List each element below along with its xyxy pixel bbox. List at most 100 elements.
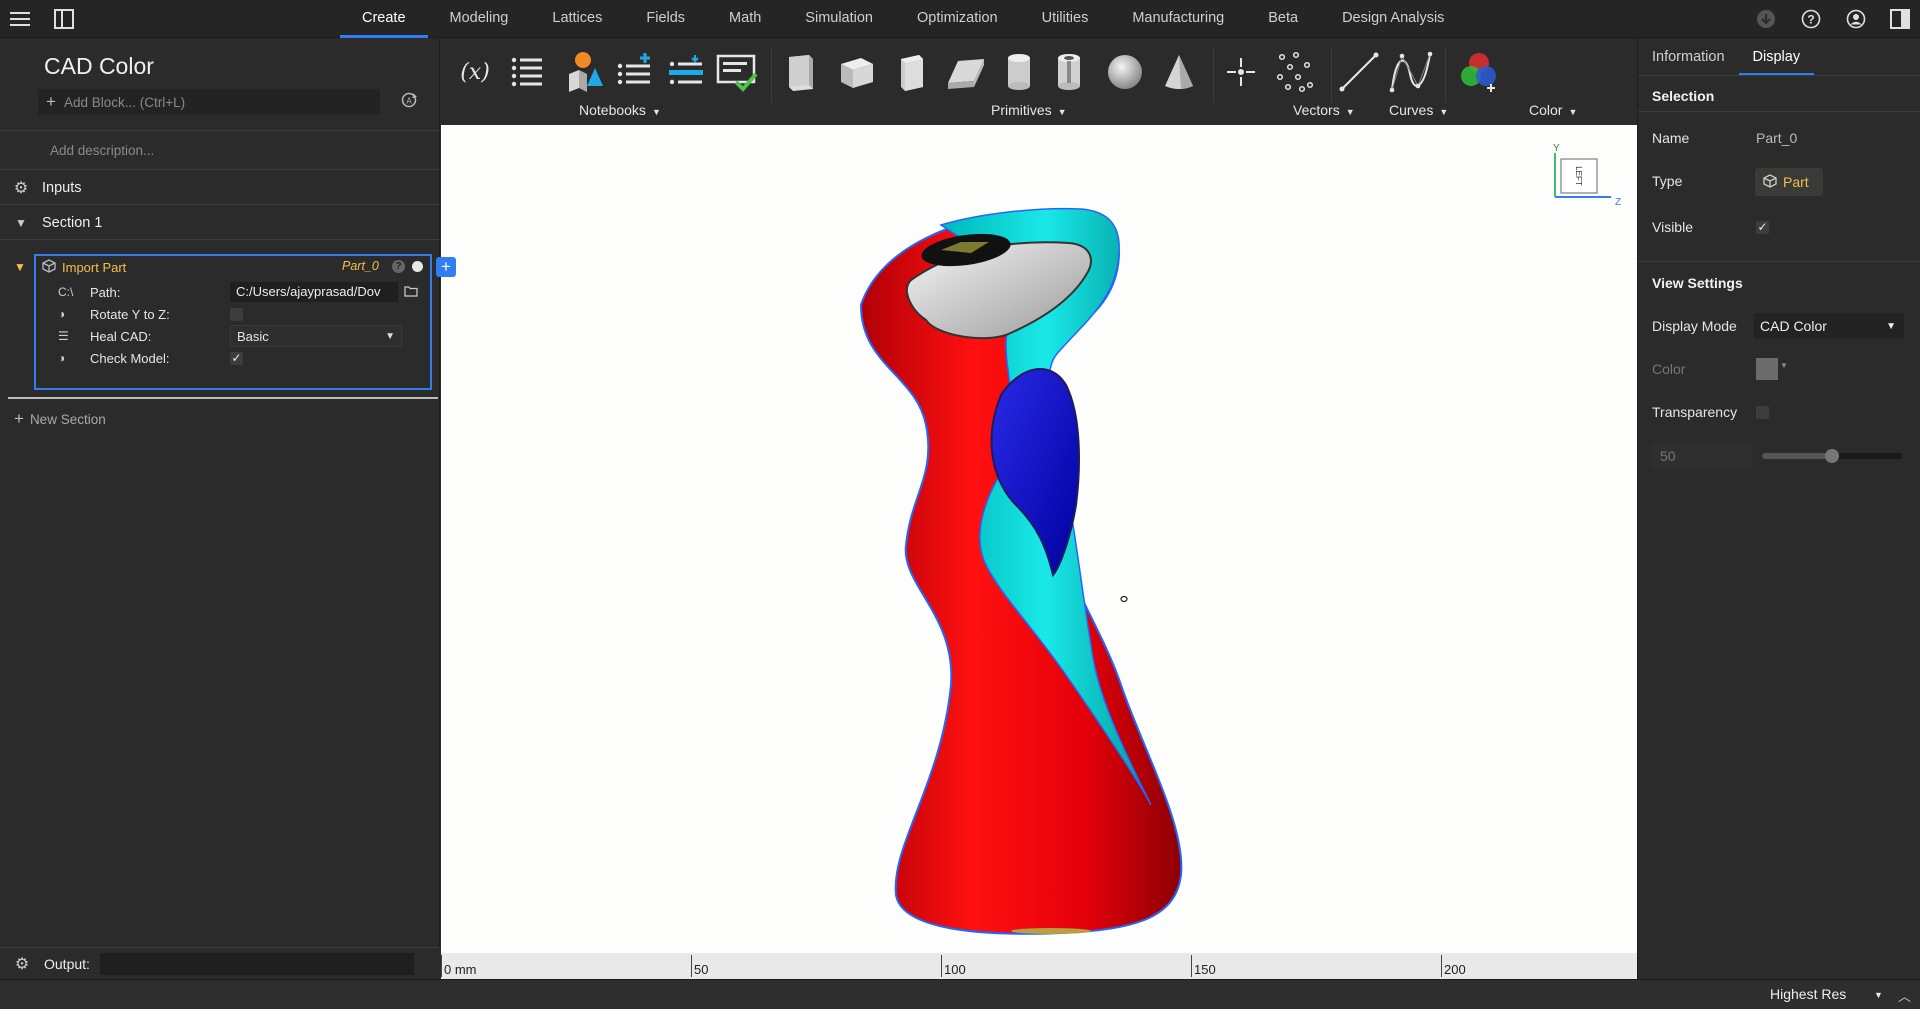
slider-knob[interactable]: [1825, 449, 1839, 463]
tab-create[interactable]: Create: [340, 0, 428, 38]
tab-beta[interactable]: Beta: [1246, 0, 1320, 38]
notebooks-group-label[interactable]: Notebooks ▼: [579, 102, 661, 118]
point-icon[interactable]: [1217, 49, 1265, 95]
curves-group-label[interactable]: Curves ▼: [1389, 102, 1448, 118]
new-section-button[interactable]: + New Section: [14, 409, 106, 429]
cube-icon: [36, 258, 62, 276]
folder-icon[interactable]: [404, 284, 418, 300]
svg-text:LEFT: LEFT: [1574, 166, 1583, 186]
tab-information[interactable]: Information: [1638, 39, 1739, 75]
shapes-icon[interactable]: [559, 49, 607, 95]
tab-lattices[interactable]: Lattices: [530, 0, 624, 38]
section-title: Section 1: [42, 214, 103, 231]
list-icon[interactable]: [503, 49, 551, 95]
color-group-label[interactable]: Color ▼: [1529, 102, 1577, 118]
add-block-input[interactable]: + Add Block... (Ctrl+L): [38, 89, 380, 115]
insert-list-icon[interactable]: [663, 49, 711, 95]
transparency-input[interactable]: 50: [1652, 443, 1752, 469]
transparency-checkbox[interactable]: [1756, 406, 1769, 419]
account-icon[interactable]: [1842, 5, 1870, 33]
wedge-icon[interactable]: [941, 49, 989, 95]
visible-checkbox[interactable]: ✓: [1756, 221, 1769, 234]
description-field[interactable]: Add description...: [0, 130, 440, 170]
cylinder-icon[interactable]: [995, 49, 1043, 95]
tab-manufacturing[interactable]: Manufacturing: [1110, 0, 1246, 38]
tab-simulation[interactable]: Simulation: [783, 0, 895, 38]
vectors-group-label[interactable]: Vectors ▼: [1293, 102, 1355, 118]
right-panel-icon[interactable]: [1886, 5, 1914, 33]
sphere-icon[interactable]: [1101, 49, 1149, 95]
cube-icon[interactable]: [833, 49, 881, 95]
rotate-checkbox[interactable]: [230, 307, 243, 321]
tab-design-analysis[interactable]: Design Analysis: [1320, 0, 1466, 38]
check-label: Check Model:: [90, 350, 170, 366]
chevron-up-icon[interactable]: ︿: [1898, 986, 1911, 1005]
add-list-icon[interactable]: [611, 49, 659, 95]
add-block-button[interactable]: +: [436, 257, 456, 277]
block-expand-icon[interactable]: ▼: [14, 260, 26, 274]
add-block-placeholder: Add Block... (Ctrl+L): [63, 94, 186, 110]
tab-optimization[interactable]: Optimization: [895, 0, 1020, 38]
model-render[interactable]: [441, 125, 1637, 953]
chevron-down-icon[interactable]: ▼: [1874, 990, 1883, 1000]
properties-panel: Information Display Selection Name Part_…: [1637, 39, 1920, 979]
block-output-name[interactable]: Part_0: [342, 259, 379, 273]
ruler-tick: 100: [941, 955, 966, 977]
import-part-block[interactable]: Import Part Part_0 ? C:\ Path: C:/Users/…: [34, 254, 432, 390]
box-icon[interactable]: [777, 49, 825, 95]
transparency-slider[interactable]: [1762, 449, 1902, 463]
refresh-icon[interactable]: A: [398, 91, 420, 113]
type-value: Part: [1783, 174, 1809, 190]
prism-icon[interactable]: [887, 49, 935, 95]
primitives-group-label[interactable]: Primitives ▼: [991, 102, 1067, 118]
display-mode-select[interactable]: CAD Color ▼: [1754, 313, 1904, 339]
checklist-icon[interactable]: [713, 49, 761, 95]
spline-icon[interactable]: [1387, 49, 1435, 95]
tab-fields[interactable]: Fields: [624, 0, 707, 38]
cube-icon: [1763, 173, 1777, 191]
visible-label: Visible: [1652, 219, 1693, 235]
panel-toggle-icon[interactable]: [50, 5, 78, 33]
color-icon[interactable]: [1455, 49, 1503, 95]
inputs-row[interactable]: ⚙ Inputs: [0, 171, 440, 205]
3d-viewport[interactable]: Y Z LEFT: [441, 125, 1637, 953]
ruler-tick: 50: [691, 955, 708, 977]
collapse-triangle-icon[interactable]: ▼: [0, 216, 42, 230]
divider: [1638, 261, 1920, 262]
download-icon[interactable]: [1752, 5, 1780, 33]
path-input[interactable]: C:/Users/ajayprasad/Dov: [230, 282, 398, 302]
variable-icon[interactable]: (x): [451, 49, 499, 95]
point-cloud-icon[interactable]: [1271, 49, 1319, 95]
type-badge: Part: [1755, 168, 1823, 196]
check-row: ◑ Check Model: ✓: [36, 345, 430, 371]
heal-select[interactable]: Basic ▼: [230, 325, 402, 347]
main-tabs: Create Modeling Lattices Fields Math Sim…: [340, 0, 1466, 38]
check-model-checkbox[interactable]: ✓: [230, 351, 243, 365]
path-icon: C:\: [58, 285, 74, 299]
view-cube[interactable]: Y Z LEFT: [1551, 143, 1631, 213]
section-header[interactable]: ▼ Section 1: [0, 206, 440, 240]
tube-icon[interactable]: [1045, 49, 1093, 95]
cone-icon[interactable]: [1155, 49, 1203, 95]
tab-utilities[interactable]: Utilities: [1020, 0, 1111, 38]
type-label: Type: [1652, 173, 1683, 189]
resolution-select[interactable]: Highest Res: [1770, 980, 1846, 1009]
menu-icon[interactable]: [6, 5, 34, 33]
block-header[interactable]: Import Part Part_0 ?: [36, 256, 430, 278]
color-swatch[interactable]: [1756, 358, 1778, 380]
output-field[interactable]: [100, 952, 414, 975]
help-icon[interactable]: ?: [1797, 5, 1825, 33]
tab-math[interactable]: Math: [707, 0, 783, 38]
tab-modeling[interactable]: Modeling: [428, 0, 531, 38]
group-divider: [771, 47, 772, 103]
help-icon[interactable]: ?: [392, 260, 405, 273]
svg-text:?: ?: [1807, 13, 1814, 27]
tab-display[interactable]: Display: [1738, 39, 1815, 75]
scale-ruler: 0 mm 50 100 150 200: [441, 953, 1637, 979]
group-divider: [1213, 47, 1214, 103]
line-icon[interactable]: [1335, 49, 1383, 95]
notebook-panel: CAD Color + Add Block... (Ctrl+L) A Add …: [0, 39, 456, 979]
notebook-title[interactable]: CAD Color: [44, 53, 154, 80]
ruler-tick: 200: [1441, 955, 1466, 977]
transparency-label: Transparency: [1652, 404, 1738, 420]
